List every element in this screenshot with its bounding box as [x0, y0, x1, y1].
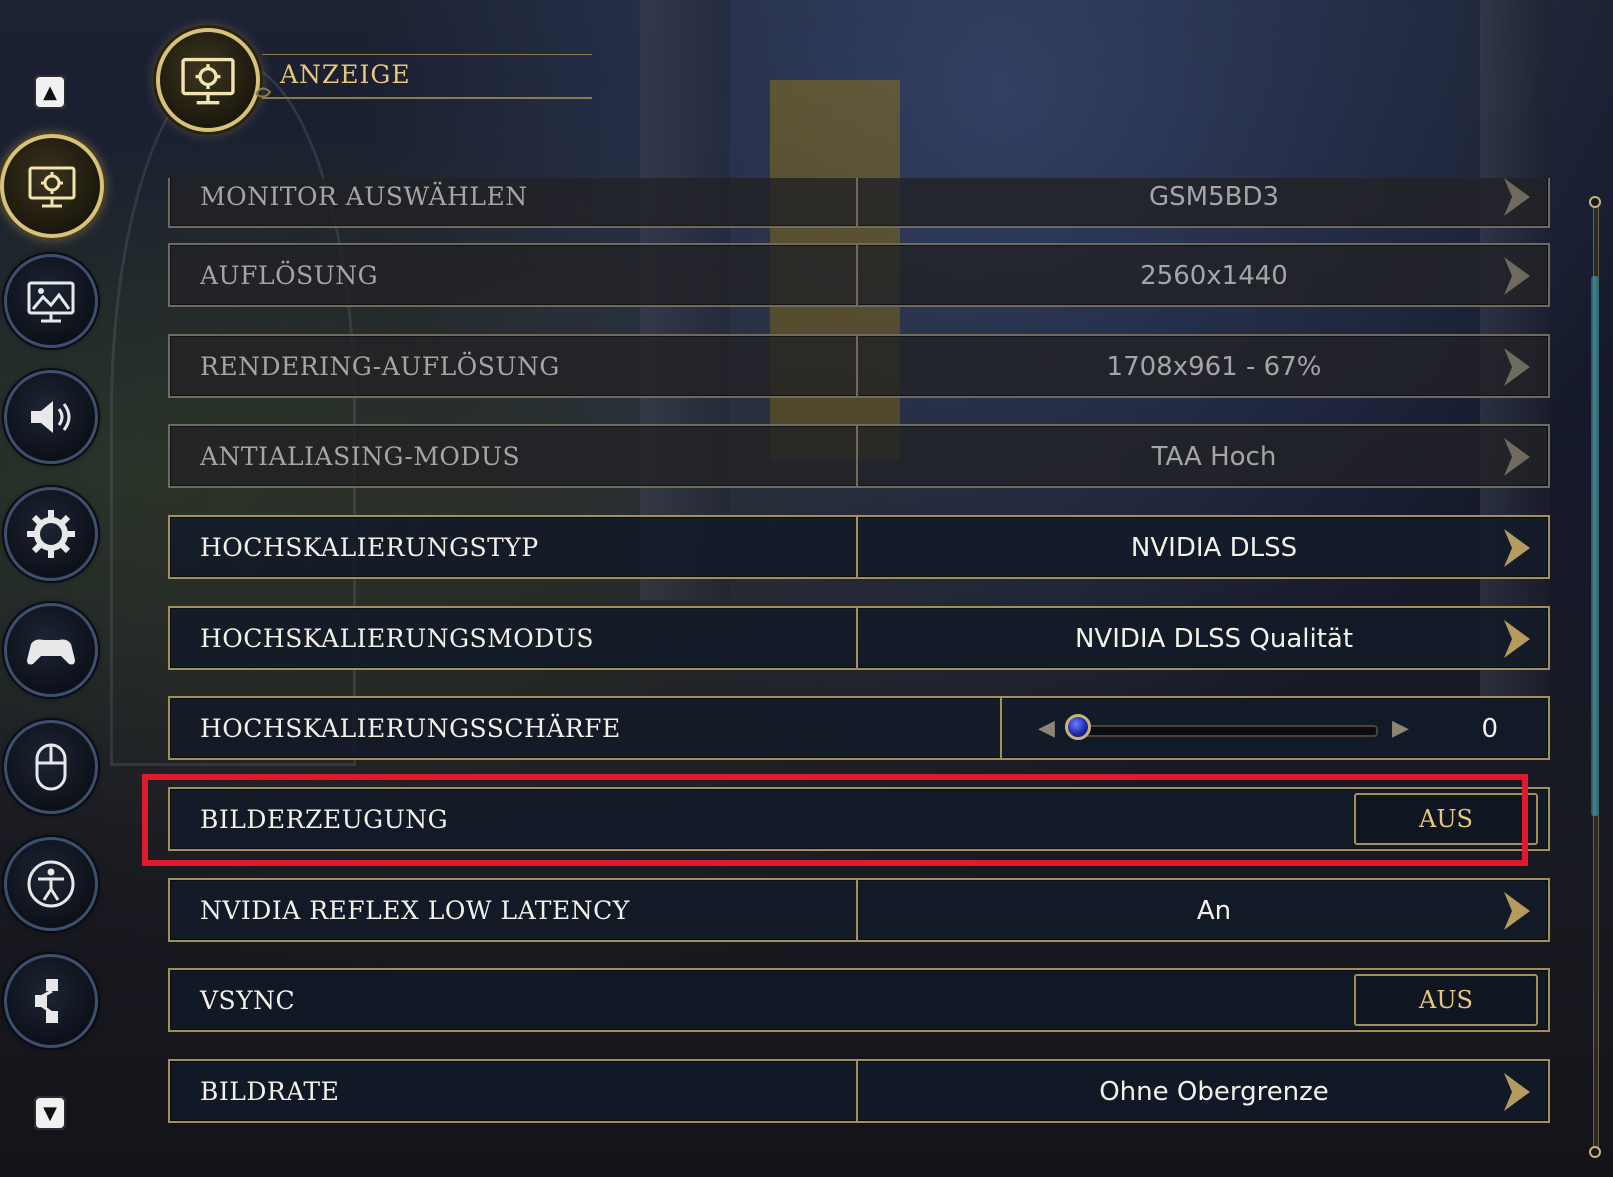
gamepad-icon [27, 639, 75, 665]
setting-label: HOCHSKALIERUNGSTYP [200, 533, 539, 562]
chevron-right-icon[interactable] [1500, 346, 1534, 388]
chevron-right-icon[interactable] [1500, 255, 1534, 297]
category-gameplay-button[interactable] [4, 487, 98, 581]
mouse-icon [35, 743, 67, 791]
chevron-right-icon[interactable] [1500, 618, 1534, 660]
slider-track[interactable] [1074, 725, 1378, 737]
setting-label: HOCHSKALIERUNGSMODUS [200, 624, 594, 653]
row-divider [1000, 698, 1002, 758]
settings-category-sidebar: ▲ ▼ [0, 0, 110, 1177]
accessibility-icon [27, 860, 75, 908]
scroll-cap-top [1589, 196, 1601, 208]
display-settings-icon [181, 57, 235, 105]
setting-row-framerate[interactable]: BILDRATE Ohne Obergrenze [168, 1059, 1550, 1123]
row-divider [856, 336, 858, 396]
setting-row-frame-generation[interactable]: BILDERZEUGUNG AUS [168, 787, 1550, 851]
display-settings-icon [28, 166, 76, 208]
setting-row-monitor[interactable]: MONITOR AUSWÄHLEN GSM5BD3 [168, 178, 1550, 228]
setting-label: RENDERING-AUFLÖSUNG [200, 352, 560, 381]
setting-row-upscaling-mode[interactable]: HOCHSKALIERUNGSMODUS NVIDIA DLSS Qualitä… [168, 606, 1550, 670]
chevron-right-icon[interactable] [1500, 890, 1534, 932]
chevron-right-icon[interactable] [1500, 178, 1534, 218]
chevron-right-icon[interactable] [1500, 527, 1534, 569]
row-divider [856, 178, 858, 226]
category-display-button[interactable] [0, 134, 104, 238]
slider-decrease-icon[interactable]: ◀ [1038, 716, 1055, 741]
setting-value: Ohne Obergrenze [1099, 1077, 1329, 1107]
setting-value: NVIDIA DLSS Qualität [1074, 624, 1354, 654]
setting-value: 2560x1440 [1140, 261, 1288, 291]
setting-value: GSM5BD3 [1148, 182, 1280, 212]
scroll-thumb[interactable] [1591, 276, 1599, 816]
setting-row-resolution[interactable]: AUFLÖSUNG 2560x1440 [168, 243, 1550, 307]
chevron-right-icon[interactable] [1500, 436, 1534, 478]
setting-value: TAA Hoch [1151, 442, 1277, 472]
setting-value: 1708x961 - 67% [1106, 352, 1322, 382]
sharpness-slider[interactable]: ◀ ▶ 0 [1022, 698, 1548, 758]
row-divider [856, 426, 858, 486]
page-title: ANZEIGE [280, 60, 411, 89]
setting-label: NVIDIA REFLEX LOW LATENCY [200, 896, 630, 925]
gear-icon [27, 510, 75, 558]
scroll-up-button[interactable]: ▲ [34, 75, 66, 109]
header-emblem [156, 28, 260, 132]
slider-knob[interactable] [1065, 714, 1091, 740]
category-accessibility-button[interactable] [4, 837, 98, 931]
category-audio-button[interactable] [4, 370, 98, 464]
slider-increase-icon[interactable]: ▶ [1392, 716, 1409, 741]
setting-row-upscaling-sharpness[interactable]: HOCHSKALIERUNGSSCHÄRFE ◀ ▶ 0 [168, 696, 1550, 760]
setting-label: BILDERZEUGUNG [200, 805, 449, 834]
scroll-cap-bottom [1589, 1146, 1601, 1158]
setting-label: VSYNC [200, 986, 296, 1015]
share-network-icon [35, 979, 58, 1023]
setting-label: ANTIALIASING-MODUS [200, 442, 521, 471]
row-divider [856, 517, 858, 577]
category-mouse-keyboard-button[interactable] [4, 720, 98, 814]
vsync-toggle[interactable]: AUS [1354, 974, 1538, 1026]
category-graphics-button[interactable] [4, 254, 98, 348]
settings-scrollbar[interactable] [1588, 196, 1602, 1158]
setting-label: HOCHSKALIERUNGSSCHÄRFE [200, 714, 621, 743]
chevron-right-icon[interactable] [1500, 1071, 1534, 1113]
setting-row-rendering-resolution[interactable]: RENDERING-AUFLÖSUNG 1708x961 - 67% [168, 334, 1550, 398]
setting-label: AUFLÖSUNG [200, 261, 379, 290]
settings-list: MONITOR AUSWÄHLEN GSM5BD3 AUFLÖSUNG 2560… [168, 178, 1554, 1173]
row-divider [856, 880, 858, 940]
category-controller-button[interactable] [4, 603, 98, 697]
setting-value: An [1196, 896, 1232, 926]
frame-generation-toggle[interactable]: AUS [1354, 793, 1538, 845]
setting-row-upscaling-type[interactable]: HOCHSKALIERUNGSTYP NVIDIA DLSS [168, 515, 1550, 579]
slider-value: 0 [1481, 714, 1498, 744]
scroll-down-button[interactable]: ▼ [34, 1096, 66, 1130]
setting-label: MONITOR AUSWÄHLEN [200, 182, 528, 211]
row-divider [856, 1061, 858, 1121]
category-social-button[interactable] [4, 954, 98, 1048]
setting-row-reflex[interactable]: NVIDIA REFLEX LOW LATENCY An [168, 878, 1550, 942]
setting-row-antialiasing[interactable]: ANTIALIASING-MODUS TAA Hoch [168, 424, 1550, 488]
setting-label: BILDRATE [200, 1077, 340, 1106]
row-divider [856, 608, 858, 668]
landscape-monitor-icon [27, 281, 75, 323]
setting-value: NVIDIA DLSS [1130, 533, 1298, 563]
row-divider [856, 245, 858, 305]
speaker-icon [31, 401, 71, 433]
setting-row-vsync[interactable]: VSYNC AUS [168, 968, 1550, 1032]
